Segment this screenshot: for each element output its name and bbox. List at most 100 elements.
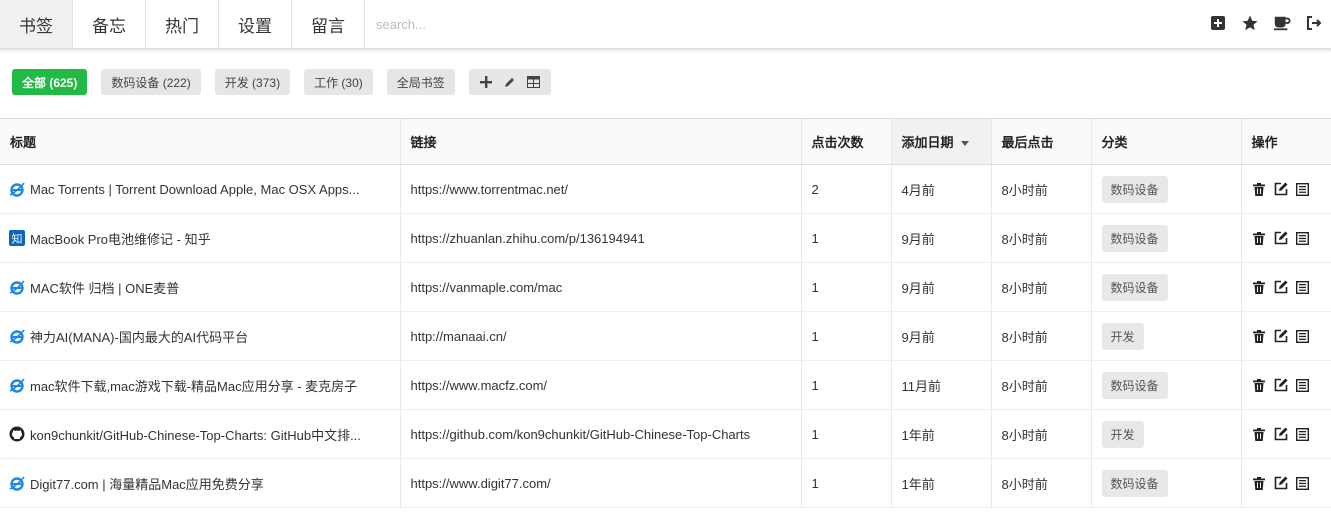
category-tag[interactable]: 数码设备 [1101,224,1168,252]
table-row[interactable]: mac软件下载,mac游戏下载-精品Mac应用分享 - 麦克房子 https://… [0,360,1331,410]
bookmark-title[interactable]: kon9chunkit/GitHub-Chinese-Top-Charts: G… [30,428,361,443]
cell-title[interactable]: kon9chunkit/GitHub-Chinese-Top-Charts: G… [0,409,401,459]
table-row[interactable]: 知 MacBook Pro电池维修记 - 知乎 https://zhuanlan.z… [0,213,1331,263]
category-tag[interactable]: 开发 [1101,420,1144,448]
edit-icon[interactable] [1274,329,1288,343]
header-category[interactable]: 分类 [1091,118,1242,165]
cell-actions [1241,262,1331,312]
cell-title[interactable]: Mac Torrents | Torrent Download Apple, M… [0,164,401,214]
filter-dev[interactable]: 开发 (373) [214,69,291,95]
table-row[interactable]: MAC软件 归档 | ONE麦普 https://vanmaple.com/mac… [0,262,1331,312]
header-link[interactable]: 链接 [400,118,802,165]
cell-last-click: 8小时前 [991,164,1092,214]
edit-icon[interactable] [1274,280,1288,294]
cell-url[interactable]: https://zhuanlan.zhihu.com/p/136194941 [400,213,802,263]
row-actions [1252,476,1331,490]
bookmark-title[interactable]: Mac Torrents | Torrent Download Apple, M… [30,182,360,197]
cell-last-click: 8小时前 [991,458,1092,508]
header-clicks[interactable]: 点击次数 [801,118,892,165]
plus-icon[interactable] [479,75,493,89]
table-row[interactable]: 神力AI(MANA)-国内最大的AI代码平台 http://manaai.cn/1… [0,311,1331,361]
table-row[interactable]: kon9chunkit/GitHub-Chinese-Top-Charts: G… [0,409,1331,459]
edit-icon[interactable] [1274,378,1288,392]
category-tag[interactable]: 数码设备 [1101,371,1168,399]
tab-hot[interactable]: 热门 [146,0,219,48]
trash-icon[interactable] [1252,231,1266,245]
cell-added: 9月前 [891,262,992,312]
row-actions [1252,182,1331,196]
filter-global-bookmarks[interactable]: 全局书签 [386,69,455,95]
cell-title[interactable]: Digit77.com | 海量精品Mac应用免费分享 [0,458,401,508]
edit-icon[interactable] [1274,182,1288,196]
github-icon [9,426,25,442]
pencil-icon[interactable] [503,75,517,89]
category-tag[interactable]: 数码设备 [1101,273,1168,301]
edit-icon[interactable] [1274,231,1288,245]
ie-icon [9,181,25,197]
list-icon[interactable] [1296,329,1310,343]
category-tag[interactable]: 数码设备 [1101,175,1168,203]
tab-settings[interactable]: 设置 [219,0,292,48]
bookmark-title[interactable]: mac软件下载,mac游戏下载-精品Mac应用分享 - 麦克房子 [30,379,357,394]
list-icon[interactable] [1296,378,1310,392]
cell-url[interactable]: http://manaai.cn/ [400,311,802,361]
cell-title[interactable]: 知 MacBook Pro电池维修记 - 知乎 [0,213,401,263]
cell-url[interactable]: https://vanmaple.com/mac [400,262,802,312]
filter-work[interactable]: 工作 (30) [304,69,373,95]
trash-icon[interactable] [1252,280,1266,294]
trash-icon[interactable] [1252,476,1266,490]
star-icon[interactable] [1241,14,1259,32]
cell-added: 11月前 [891,360,992,410]
cell-title[interactable]: mac软件下载,mac游戏下载-精品Mac应用分享 - 麦克房子 [0,360,401,410]
list-icon[interactable] [1296,280,1310,294]
cell-url[interactable]: https://www.macfz.com/ [400,360,802,410]
search-input[interactable] [365,0,1165,48]
ie-icon [9,475,25,491]
edit-icon[interactable] [1274,427,1288,441]
sign-out-icon[interactable] [1305,14,1323,32]
filter-digital-devices[interactable]: 数码设备 (222) [101,69,201,95]
trash-icon[interactable] [1252,378,1266,392]
row-actions [1252,231,1331,245]
category-tag[interactable]: 开发 [1101,322,1144,350]
cell-actions [1241,311,1331,361]
trash-icon[interactable] [1252,182,1266,196]
list-icon[interactable] [1296,427,1310,441]
tab-bookmarks[interactable]: 书签 [0,0,73,48]
cell-actions [1241,360,1331,410]
nav-shadow [0,49,1331,53]
list-icon[interactable] [1296,182,1310,196]
tab-messages[interactable]: 留言 [292,0,365,48]
header-added-date[interactable]: 添加日期 [891,118,992,165]
trash-icon[interactable] [1252,329,1266,343]
header-title[interactable]: 标题 [0,118,401,165]
svg-text:知: 知 [12,232,23,246]
bookmark-title[interactable]: MAC软件 归档 | ONE麦普 [30,281,179,296]
cell-clicks: 1 [801,360,892,410]
cell-title[interactable]: 神力AI(MANA)-国内最大的AI代码平台 [0,311,401,361]
bookmark-title[interactable]: MacBook Pro电池维修记 - 知乎 [30,232,211,247]
filter-all[interactable]: 全部 (625) [12,69,88,95]
cell-title[interactable]: MAC软件 归档 | ONE麦普 [0,262,401,312]
plus-square-icon[interactable] [1209,14,1227,32]
category-tag[interactable]: 数码设备 [1101,469,1168,497]
header-last-click[interactable]: 最后点击 [991,118,1092,165]
cell-clicks: 1 [801,311,892,361]
bookmark-title[interactable]: Digit77.com | 海量精品Mac应用免费分享 [30,477,264,492]
table-row[interactable]: Mac Torrents | Torrent Download Apple, M… [0,164,1331,214]
coffee-icon[interactable] [1273,14,1291,32]
cell-category: 数码设备 [1091,360,1242,410]
table-row[interactable]: Digit77.com | 海量精品Mac应用免费分享 https://www.d… [0,458,1331,508]
bookmark-title[interactable]: 神力AI(MANA)-国内最大的AI代码平台 [30,330,248,345]
cell-url[interactable]: https://www.digit77.com/ [400,458,802,508]
cell-clicks: 1 [801,409,892,459]
list-icon[interactable] [1296,476,1310,490]
header-added-date-label: 添加日期 [901,135,954,150]
cell-url[interactable]: https://github.com/kon9chunkit/GitHub-Ch… [400,409,802,459]
table-icon[interactable] [527,75,541,89]
tab-memo[interactable]: 备忘 [73,0,146,48]
edit-icon[interactable] [1274,476,1288,490]
cell-url[interactable]: https://www.torrentmac.net/ [400,164,802,214]
list-icon[interactable] [1296,231,1310,245]
trash-icon[interactable] [1252,427,1266,441]
